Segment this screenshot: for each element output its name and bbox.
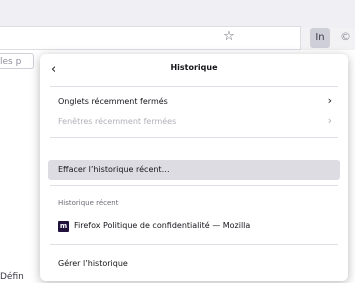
overflow-icon[interactable]: © [340,30,351,43]
manage-history-item[interactable]: Gérer l’historique [48,254,340,274]
url-bar[interactable] [0,26,301,50]
chevron-right-icon: › [327,94,332,107]
recently-closed-tabs-item[interactable]: Onglets récemment fermés › [48,92,340,112]
library-button[interactable]: In [310,28,330,48]
page-text-fragment: Défin [0,272,24,282]
history-panel: ‹ Historique Onglets récemment fermés › … [40,54,348,281]
clear-recent-history-item[interactable]: Effacer l’historique récent… [48,160,340,180]
recent-history-entry-label: Firefox Politique de confidentialité — M… [74,221,251,230]
divider [50,137,338,138]
recently-closed-windows-label: Fenêtres récemment fermées [58,117,177,126]
toolbar-strip [0,0,355,28]
panel-title: Historique [170,63,218,72]
recently-closed-windows-item[interactable]: Fenêtres récemment fermées › [48,112,340,132]
recent-history-header: Historique récent [58,199,119,207]
chevron-right-icon: › [327,114,332,127]
divider [50,86,338,87]
recent-history-entry[interactable]: m Firefox Politique de confidentialité —… [48,216,340,236]
clear-recent-history-label: Effacer l’historique récent… [58,165,170,174]
page-input-fragment[interactable]: les p [0,53,34,69]
mozilla-favicon-icon: m [58,221,69,232]
divider [50,244,338,245]
manage-history-label: Gérer l’historique [58,259,128,268]
panel-header: ‹ Historique [40,54,348,86]
divider [50,185,338,186]
recently-closed-tabs-label: Onglets récemment fermés [58,97,168,106]
star-icon[interactable]: ☆ [221,29,237,45]
